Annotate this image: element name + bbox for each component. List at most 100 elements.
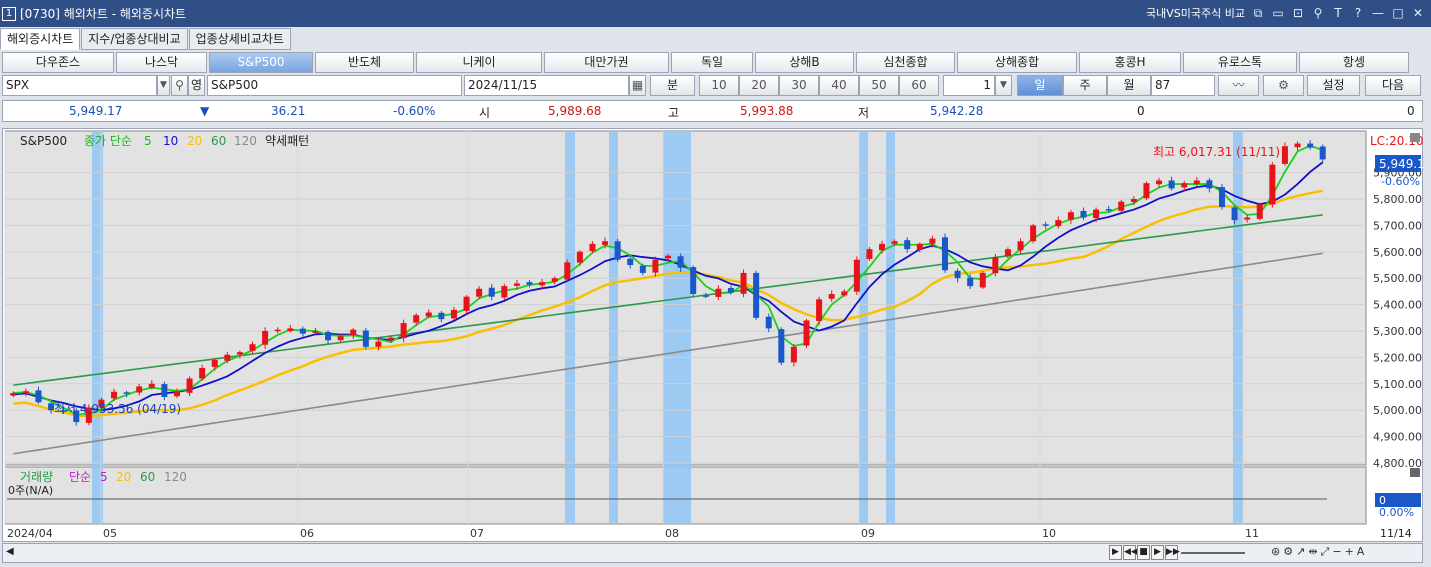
rewind-icon[interactable]: ◀◀	[1123, 545, 1138, 560]
line-tool-icon[interactable]: ↗	[1296, 545, 1305, 559]
market-button-eurostoxx[interactable]: 유로스톡	[1183, 52, 1297, 73]
candle-body	[35, 390, 42, 403]
pin-icon[interactable]: ⚲	[1311, 6, 1325, 20]
compare-label[interactable]: 국내VS미국주식 비교	[1146, 5, 1245, 21]
candle-body	[778, 329, 785, 363]
month-tab[interactable]: 월	[1107, 75, 1151, 96]
market-button-shanghai-b[interactable]: 상해B	[755, 52, 854, 73]
market-button-shenzhen[interactable]: 심천종합	[856, 52, 955, 73]
period-20[interactable]: 20	[739, 75, 779, 96]
calendar-icon[interactable]: ▦	[629, 75, 646, 96]
open-label: 시	[479, 106, 491, 120]
candle-body	[1042, 224, 1049, 226]
week-tab[interactable]: 주	[1063, 75, 1107, 96]
forward-icon[interactable]: ▶▶	[1165, 545, 1180, 560]
date-input[interactable]: 2024/11/15	[464, 75, 629, 96]
magnet-icon[interactable]: ⊛	[1271, 545, 1280, 559]
search-icon[interactable]: ⚲	[171, 75, 188, 96]
period-30[interactable]: 30	[779, 75, 819, 96]
high-value: 5,993.88	[740, 104, 794, 118]
tab-sector-compare[interactable]: 업종상세비교차트	[188, 28, 291, 50]
maximize-icon[interactable]: □	[1391, 6, 1405, 20]
market-button-shanghai[interactable]: 상해종합	[957, 52, 1077, 73]
play-icon[interactable]: ▶	[1151, 545, 1164, 560]
tab-index-compare[interactable]: 지수/업종상대비교	[81, 28, 188, 50]
candle-body	[476, 288, 483, 297]
count-input[interactable]: 1	[943, 75, 995, 96]
price-tag-text: 5,949.1	[1379, 157, 1424, 171]
candle-body	[727, 287, 734, 293]
pattern-icon[interactable]: 〰	[1218, 75, 1259, 96]
market-button-germany[interactable]: 독일	[671, 52, 753, 73]
y-tick-label: 5,500.00	[1373, 272, 1422, 285]
candle-body	[1118, 201, 1125, 211]
link-icon[interactable]: ⧉	[1251, 6, 1265, 20]
screen-icon[interactable]: ⊡	[1291, 6, 1305, 20]
candle-body	[173, 391, 180, 397]
zoom-slider[interactable]	[1181, 552, 1245, 554]
market-button-hangseng[interactable]: 항셍	[1299, 52, 1409, 73]
candle-body	[438, 312, 445, 320]
x-tick-label: 11	[1245, 527, 1259, 540]
text-icon[interactable]: T	[1331, 6, 1345, 20]
market-button-nasdaq[interactable]: 나스닥	[116, 52, 207, 73]
candle-body	[904, 240, 911, 250]
legend-ma10: 10	[163, 134, 178, 148]
symbol-input[interactable]: SPX	[2, 75, 157, 96]
volume-collapse-icon[interactable]	[1410, 468, 1420, 477]
market-button-taiwan[interactable]: 대만가권	[544, 52, 669, 73]
scroll-left-icon[interactable]: ◀	[6, 546, 14, 557]
candle-body	[425, 312, 432, 317]
market-button-semiconductor[interactable]: 반도체	[315, 52, 414, 73]
count-dropdown-icon[interactable]: ▼	[995, 75, 1012, 96]
gear-icon[interactable]: ⚙	[1263, 75, 1304, 96]
period-60[interactable]: 60	[899, 75, 939, 96]
chart-panel[interactable]: 4,800.00 4,900.00 5,000.00 5,100.00 5,200.00…	[2, 128, 1424, 543]
panel-menu-icon[interactable]	[1410, 133, 1420, 142]
price-chart[interactable]: 4,800.004,900.005,000.005,100.005,200.00…	[3, 129, 1424, 543]
fit-icon[interactable]: ⤢	[1321, 545, 1330, 559]
candle-body	[1130, 199, 1137, 202]
minimize-icon[interactable]: —	[1371, 6, 1385, 20]
volume-ma120: 120	[164, 470, 187, 484]
candle-body	[1294, 143, 1301, 148]
candle-body	[186, 378, 193, 393]
font-size-icon[interactable]: A	[1357, 545, 1365, 559]
zoom-in-icon[interactable]: +	[1345, 545, 1354, 559]
candle-body	[224, 354, 231, 361]
market-button-sp500[interactable]: S&P500	[209, 52, 313, 73]
stop-icon[interactable]: ■	[1137, 545, 1150, 560]
language-toggle[interactable]: 영	[188, 75, 205, 96]
volume-legend: 거래량	[20, 470, 53, 484]
market-button-nikkei[interactable]: 니케이	[416, 52, 542, 73]
x-tick-label: 09	[861, 527, 875, 540]
day-tab[interactable]: 일	[1017, 75, 1063, 96]
help-icon[interactable]: ?	[1351, 6, 1365, 20]
period-40[interactable]: 40	[819, 75, 859, 96]
bar-count-input[interactable]: 87	[1151, 75, 1215, 96]
close-icon[interactable]: ✕	[1411, 6, 1425, 20]
zoom-out-icon[interactable]: −	[1332, 545, 1341, 559]
dock-icon[interactable]: ▭	[1271, 6, 1285, 20]
candle-body	[22, 391, 29, 394]
settings-button[interactable]: 설정	[1307, 75, 1360, 96]
period-50[interactable]: 50	[859, 75, 899, 96]
candle-body	[350, 329, 357, 336]
gear-icon-small[interactable]: ⚙	[1283, 545, 1293, 559]
y-tick-label: 4,900.00	[1373, 431, 1422, 444]
tab-foreign-chart[interactable]: 해외증시차트	[0, 28, 81, 50]
candle-body	[1244, 217, 1251, 220]
candle-body	[639, 265, 646, 273]
market-button-hongkong-h[interactable]: 홍콩H	[1079, 52, 1181, 73]
next-button[interactable]: 다음	[1365, 75, 1421, 96]
x-tick-label: 10	[1042, 527, 1056, 540]
candle-body	[199, 367, 206, 379]
symbol-dropdown-icon[interactable]: ▼	[157, 75, 170, 96]
ruler-icon[interactable]: ⇹	[1308, 545, 1317, 559]
scroll-right-icon[interactable]: ▶	[1109, 545, 1122, 560]
market-button-dow[interactable]: 다우존스	[2, 52, 114, 73]
period-10[interactable]: 10	[699, 75, 739, 96]
candle-body	[602, 241, 609, 245]
minute-button[interactable]: 분	[650, 75, 695, 96]
candle-body	[1206, 180, 1213, 189]
